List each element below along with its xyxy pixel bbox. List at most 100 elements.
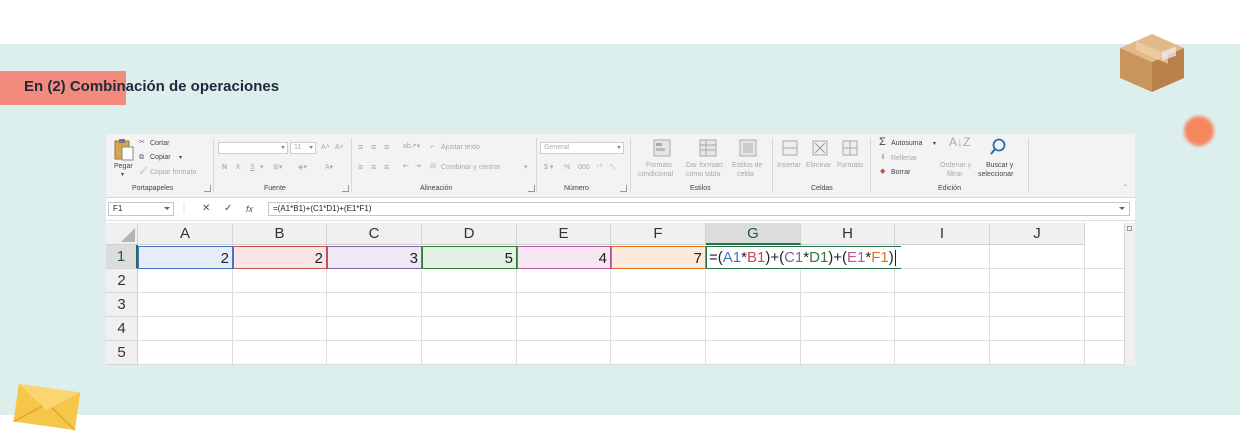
vertical-scrollbar[interactable] [1124, 223, 1135, 365]
insert-button[interactable]: Insertar [777, 162, 801, 170]
select-all-corner[interactable] [106, 223, 138, 245]
format-cells-icon[interactable] [840, 138, 860, 158]
column-header-a[interactable]: A [138, 223, 233, 245]
formula-input[interactable]: =(A1*B1)+(C1*D1)+(E1*F1) [268, 202, 1130, 216]
format-table-label-2[interactable]: como tabla [686, 171, 720, 179]
clipboard-launcher[interactable] [204, 185, 211, 192]
orientation-icon[interactable]: ab↗▾ [403, 143, 420, 151]
find-select-label[interactable]: Buscar y [986, 162, 1013, 170]
cell-e1[interactable]: 4 [517, 246, 611, 269]
wrap-text-button[interactable]: Ajustar texto [441, 144, 480, 152]
increase-indent-icon[interactable]: ⇥ [415, 163, 421, 171]
format-table-label[interactable]: Dar formato [686, 162, 723, 170]
decrease-decimal-icon[interactable]: ⁰₀ [610, 164, 616, 172]
bold-icon[interactable]: N [222, 164, 227, 172]
column-header-g[interactable]: G [706, 223, 801, 245]
row-header-3[interactable]: 3 [106, 293, 138, 317]
cancel-icon[interactable]: ✕ [202, 202, 210, 216]
conditional-format-label[interactable]: Formato [646, 162, 672, 170]
thousands-icon[interactable]: 000 [578, 164, 590, 172]
align-right-icon[interactable]: ≡ [384, 163, 389, 172]
format-cells-button[interactable]: Formato [837, 162, 863, 170]
number-format-box[interactable]: General [540, 142, 624, 154]
align-top-icon[interactable]: ≡ [358, 143, 363, 152]
sort-filter-label-2[interactable]: filtrar [947, 171, 963, 179]
borders-icon[interactable]: ⊞▾ [273, 164, 282, 172]
column-header-d[interactable]: D [422, 223, 517, 245]
cell-c1[interactable]: 3 [327, 246, 422, 269]
insert-icon[interactable] [780, 138, 800, 158]
align-left-icon[interactable]: ≡ [358, 163, 363, 172]
formula-ref-a1: A1 [722, 249, 742, 266]
align-middle-icon[interactable]: ≡ [371, 143, 376, 152]
cell-styles-label[interactable]: Estilos de [732, 162, 762, 170]
conditional-format-icon[interactable] [652, 138, 672, 158]
name-box[interactable]: F1 [108, 202, 174, 216]
underline-icon[interactable]: S [250, 164, 255, 172]
column-header-h[interactable]: H [801, 223, 895, 245]
column-header-e[interactable]: E [517, 223, 611, 245]
merge-center-button[interactable]: Combinar y centrar [441, 164, 501, 172]
clear-button[interactable]: Borrar [891, 169, 910, 177]
column-header-j[interactable]: J [990, 223, 1085, 245]
copy-button[interactable]: Copiar [150, 154, 171, 162]
italic-icon[interactable]: K [236, 164, 241, 172]
row-header-5[interactable]: 5 [106, 341, 138, 365]
autosum-button[interactable]: Autosuma [891, 140, 923, 148]
cut-button[interactable]: Cortar [150, 140, 169, 148]
font-name-box[interactable] [218, 142, 288, 154]
currency-icon[interactable]: $ ▾ [544, 164, 553, 172]
row-header-4[interactable]: 4 [106, 317, 138, 341]
find-select-label-2[interactable]: seleccionar [978, 171, 1013, 179]
cell-f1[interactable]: 7 [611, 246, 706, 269]
fill-button[interactable]: Rellenar [891, 155, 917, 163]
paste-button[interactable]: Pegar [114, 163, 133, 171]
paste-dropdown-icon[interactable]: ▾ [121, 171, 124, 179]
insert-function-icon[interactable]: fx [246, 202, 253, 216]
column-header-i[interactable]: I [895, 223, 990, 245]
align-center-icon[interactable]: ≡ [371, 163, 376, 172]
column-header-f[interactable]: F [611, 223, 706, 245]
format-table-icon[interactable] [698, 138, 718, 158]
format-painter-button[interactable]: Copiar formato [150, 169, 196, 177]
cell-styles-label-2[interactable]: celda [737, 171, 754, 179]
cell-g1-editing[interactable]: =(A1*B1)+(C1*D1)+(E1*F1) [706, 246, 901, 269]
merge-dropdown-icon[interactable]: ▾ [524, 164, 528, 172]
paste-icon[interactable] [113, 138, 135, 162]
font-size-box[interactable]: 11 [290, 142, 316, 154]
text-caret [894, 250, 896, 267]
scroll-up-icon[interactable] [1127, 226, 1132, 231]
conditional-format-label-2[interactable]: condicional [638, 171, 673, 179]
copy-dropdown-icon[interactable]: ▾ [179, 154, 182, 162]
cell-d1[interactable]: 5 [422, 246, 517, 269]
cell-styles-icon[interactable] [738, 138, 758, 158]
column-header-b[interactable]: B [233, 223, 327, 245]
formula-token: )+( [765, 249, 785, 266]
delete-icon[interactable] [810, 138, 830, 158]
sort-filter-icon[interactable]: A↓Z [949, 136, 970, 148]
number-launcher[interactable] [620, 185, 627, 192]
underline-dropdown-icon[interactable]: ▾ [260, 164, 264, 172]
gridline [138, 340, 1128, 341]
row-header-2[interactable]: 2 [106, 269, 138, 293]
percent-icon[interactable]: % [564, 164, 570, 172]
increase-decimal-icon[interactable]: ⁺⁰ [596, 164, 603, 172]
row-header-1[interactable]: 1 [106, 245, 138, 269]
column-header-c[interactable]: C [327, 223, 422, 245]
align-bottom-icon[interactable]: ≡ [384, 143, 389, 152]
enter-icon[interactable]: ✓ [224, 202, 232, 216]
grow-font-icon[interactable]: A˄ [321, 144, 330, 152]
search-icon[interactable] [988, 137, 1008, 157]
autosum-dropdown-icon[interactable]: ▾ [933, 140, 936, 148]
delete-button[interactable]: Eliminar [806, 162, 831, 170]
shrink-font-icon[interactable]: A˅ [335, 144, 344, 152]
font-launcher[interactable] [342, 185, 349, 192]
font-color-icon[interactable]: A▾ [325, 164, 333, 172]
fill-color-icon[interactable]: ◈▾ [298, 164, 307, 172]
cell-a1[interactable]: 2 [138, 246, 233, 269]
cell-b1[interactable]: 2 [233, 246, 327, 269]
decrease-indent-icon[interactable]: ⇤ [403, 163, 409, 171]
alignment-launcher[interactable] [528, 185, 535, 192]
sort-filter-label[interactable]: Ordenar y [940, 162, 971, 170]
collapse-ribbon-icon[interactable]: ⌃ [1122, 184, 1129, 192]
